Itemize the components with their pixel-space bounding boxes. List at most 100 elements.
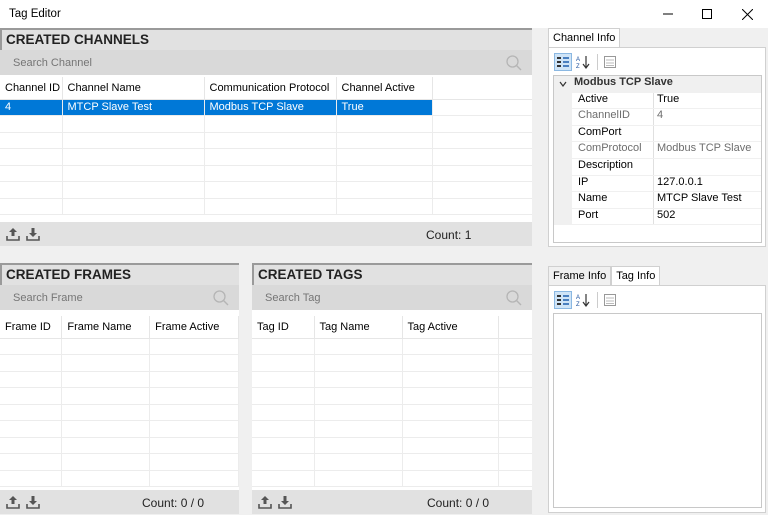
download-icon[interactable] <box>26 227 40 241</box>
property-key: Description <box>572 158 654 175</box>
info-tabs: Frame Info Tag Info <box>548 266 661 285</box>
property-value: 4 <box>657 109 664 122</box>
tab-channel-info[interactable]: Channel Info <box>548 28 621 47</box>
download-icon[interactable] <box>26 495 40 509</box>
property-key: ChannelID <box>572 109 654 125</box>
tab-tag-info[interactable]: Tag Info <box>611 266 661 285</box>
sort-alphabetical-icon: AZ <box>576 294 590 307</box>
frames-footer: Count: 0 / 0 <box>0 490 239 514</box>
sort-alphabetical-icon: AZ <box>576 56 590 69</box>
column-header-frame-name[interactable]: Frame Name <box>61 316 151 339</box>
property-value[interactable] <box>654 126 657 142</box>
property-row[interactable]: IP 127.0.0.1 <box>554 175 761 193</box>
column-header-filler <box>498 316 532 339</box>
frames-panel: CREATED FRAMES Frame ID Frame Name Frame… <box>0 263 239 514</box>
cell-protocol[interactable]: Modbus TCP Slave <box>204 99 337 116</box>
channels-count: Count: 1 <box>426 228 472 242</box>
property-pages-button[interactable] <box>601 291 619 309</box>
alphabetical-button[interactable]: AZ <box>574 291 592 309</box>
empty-row <box>0 453 239 471</box>
tag-property-grid <box>553 313 762 508</box>
column-header-tag-active[interactable]: Tag Active <box>402 316 499 339</box>
property-key: IP <box>572 175 654 192</box>
maximize-button[interactable] <box>687 0 727 28</box>
empty-row <box>0 181 532 199</box>
tag-search-input[interactable] <box>256 287 528 309</box>
empty-row <box>252 354 532 372</box>
tags-table-area: Tag ID Tag Name Tag Active <box>252 316 532 490</box>
property-row[interactable]: Name MTCP Slave Test <box>554 192 761 209</box>
categorized-icon <box>557 295 569 305</box>
property-pages-icon <box>604 56 616 68</box>
channels-header: CREATED CHANNELS <box>0 28 532 50</box>
close-button[interactable] <box>727 0 767 28</box>
minimize-button[interactable] <box>648 0 688 28</box>
column-header-channel-active[interactable]: Channel Active <box>336 77 433 100</box>
svg-text:A: A <box>576 57 580 63</box>
column-header-channel-name[interactable]: Channel Name <box>62 77 205 100</box>
column-header-tag-name[interactable]: Tag Name <box>314 316 403 339</box>
minimize-icon <box>663 13 673 15</box>
column-header-tag-id[interactable]: Tag ID <box>252 316 315 339</box>
property-value[interactable]: MTCP Slave Test <box>654 192 742 208</box>
property-key: ComPort <box>572 125 654 142</box>
upload-icon[interactable] <box>6 227 20 241</box>
tags-table: Tag ID Tag Name Tag Active <box>252 316 532 487</box>
column-header-filler <box>432 77 532 100</box>
property-row[interactable]: ChannelID 4 <box>554 109 761 126</box>
cell-channel-name[interactable]: MTCP Slave Test <box>62 99 205 116</box>
column-header-channel-id[interactable]: Channel ID <box>0 77 63 100</box>
collapse-chevron-icon[interactable] <box>559 80 567 88</box>
property-row[interactable]: Port 502 <box>554 208 761 226</box>
frame-search-input[interactable] <box>4 287 235 309</box>
channel-search-input[interactable] <box>4 52 528 74</box>
property-value[interactable] <box>654 159 657 175</box>
property-value: Modbus TCP Slave <box>657 142 752 155</box>
property-category-row[interactable]: Modbus TCP Slave <box>554 76 761 93</box>
window-title: Tag Editor <box>9 8 61 20</box>
tags-header-row: Tag ID Tag Name Tag Active <box>252 316 532 339</box>
search-icon[interactable] <box>506 290 522 306</box>
cell-channel-id[interactable]: 4 <box>0 99 63 116</box>
table-row[interactable]: 4 MTCP Slave Test Modbus TCP Slave True <box>0 99 532 116</box>
column-header-communication-protocol[interactable]: Communication Protocol <box>204 77 337 100</box>
upload-icon[interactable] <box>6 495 20 509</box>
upload-icon[interactable] <box>258 495 272 509</box>
property-row[interactable]: ComProtocol Modbus TCP Slave <box>554 142 761 159</box>
tags-count: Count: 0 / 0 <box>427 496 490 510</box>
tab-frame-info[interactable]: Frame Info <box>548 266 612 285</box>
column-header-frame-id[interactable]: Frame ID <box>0 316 63 339</box>
property-value[interactable]: 502 <box>654 209 675 225</box>
property-key: Port <box>572 208 654 225</box>
empty-row <box>252 437 532 454</box>
search-icon[interactable] <box>506 55 522 71</box>
property-pages-button[interactable] <box>601 53 619 71</box>
channels-header-row: Channel ID Channel Name Communication Pr… <box>0 77 532 100</box>
empty-cell <box>432 99 532 116</box>
frames-count: Count: 0 / 0 <box>142 496 205 510</box>
property-toolbar: AZ <box>554 291 621 309</box>
property-row[interactable]: Description <box>554 158 761 176</box>
property-value[interactable]: True <box>654 93 679 109</box>
alphabetical-button[interactable]: AZ <box>574 53 592 71</box>
categorized-button[interactable] <box>554 53 572 71</box>
cell-channel-active[interactable]: True <box>336 99 433 116</box>
search-icon[interactable] <box>213 290 229 306</box>
column-header-frame-active[interactable]: Frame Active <box>149 316 239 339</box>
property-row[interactable]: ComPort <box>554 125 761 143</box>
frames-table: Frame ID Frame Name Frame Active <box>0 316 239 487</box>
property-value[interactable]: 127.0.0.1 <box>654 176 703 192</box>
empty-row <box>252 420 532 438</box>
property-row[interactable]: Active True <box>554 92 761 110</box>
property-key: Name <box>572 192 654 208</box>
tag-info-pane: AZ <box>548 285 766 513</box>
svg-text:Z: Z <box>576 64 580 69</box>
title-bar: Tag Editor <box>0 0 768 28</box>
tags-panel: CREATED TAGS Tag ID Tag Name Tag Active <box>252 263 532 514</box>
empty-row <box>0 148 532 166</box>
channel-search-bar <box>0 50 532 76</box>
property-toolbar: AZ <box>554 53 621 71</box>
maximize-icon <box>702 9 712 19</box>
categorized-button[interactable] <box>554 291 572 309</box>
download-icon[interactable] <box>278 495 292 509</box>
